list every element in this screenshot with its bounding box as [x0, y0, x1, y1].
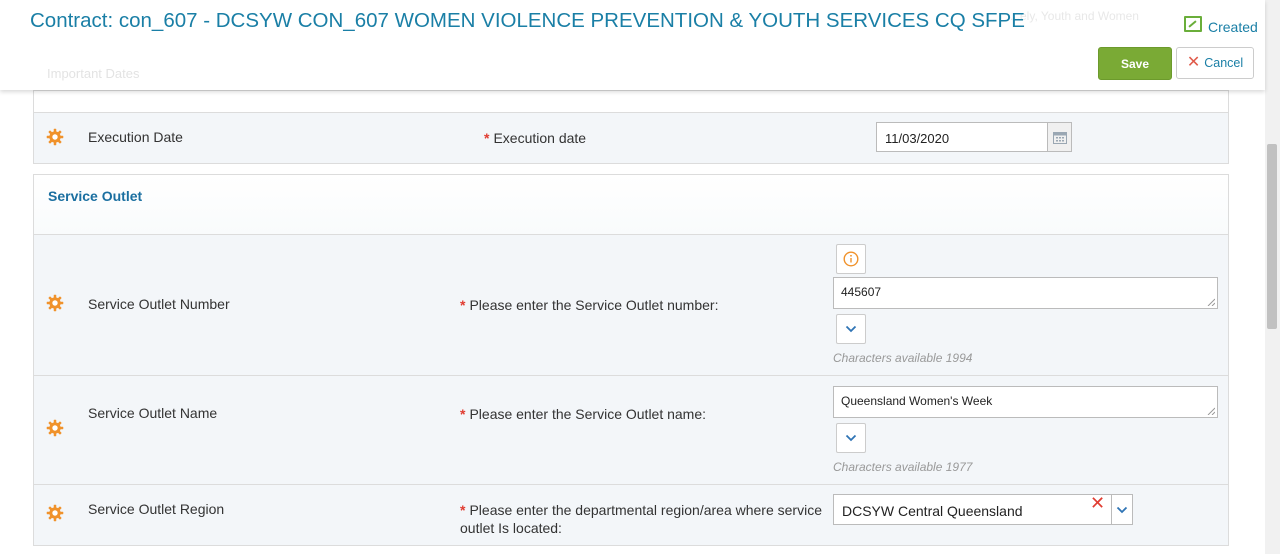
chevron-down-icon — [845, 434, 857, 442]
close-icon: ✕ — [1186, 54, 1201, 71]
cancel-label: Cancel — [1204, 56, 1244, 70]
expand-button[interactable] — [836, 314, 866, 344]
service-outlet-number-value: 445607 — [841, 285, 882, 299]
resize-grip-icon[interactable] — [1207, 298, 1215, 306]
info-button[interactable] — [836, 244, 866, 274]
execution-date-label: Execution Date — [88, 129, 183, 145]
service-outlet-number-label: Service Outlet Number — [88, 296, 230, 312]
service-outlet-region-question: * Please enter the departmental region/ar… — [460, 502, 822, 536]
region-dropdown-toggle[interactable] — [1111, 494, 1133, 525]
status-indicator: Created — [1184, 13, 1258, 35]
required-marker: * — [460, 297, 466, 313]
service-outlet-region-label: Service Outlet Region — [88, 501, 225, 517]
execution-date-input[interactable]: 11/03/2020 — [876, 122, 1048, 152]
status-label: Created — [1208, 19, 1258, 35]
calendar-icon — [1052, 131, 1067, 144]
gear-icon[interactable] — [46, 294, 64, 312]
service-outlet-number-row: Service Outlet Number * Please enter the … — [33, 234, 1229, 376]
service-outlet-panel: Service Outlet — [33, 174, 1229, 235]
service-outlet-name-input[interactable]: Queensland Women's Week — [833, 386, 1218, 418]
characters-available: Characters available 1994 — [833, 351, 973, 365]
execution-date-row: Execution Date * Execution date 11/03/202… — [33, 112, 1229, 164]
important-dates-panel — [33, 90, 1229, 113]
info-icon — [843, 251, 859, 267]
chevron-down-icon — [1116, 506, 1128, 513]
service-outlet-number-question: * Please enter the Service Outlet number: — [460, 297, 719, 313]
service-outlet-name-label: Service Outlet Name — [88, 405, 218, 421]
chevron-down-icon — [845, 325, 857, 333]
page-header: ...ely, Youth and Women Contract: con_60… — [0, 0, 1265, 90]
service-outlet-name-question: * Please enter the Service Outlet name: — [460, 406, 707, 422]
service-outlet-region-row: Service Outlet Region * Please enter the … — [33, 484, 1229, 546]
resize-grip-icon[interactable] — [1207, 407, 1215, 415]
faded-section-heading: Important Dates — [47, 66, 140, 81]
expand-button[interactable] — [836, 423, 866, 453]
edit-status-icon — [1184, 16, 1202, 32]
calendar-button[interactable] — [1048, 122, 1072, 152]
clear-selection-icon[interactable]: ✕ — [1090, 494, 1105, 512]
required-marker: * — [484, 130, 490, 146]
gear-icon[interactable] — [46, 419, 64, 437]
required-marker: * — [460, 406, 466, 422]
characters-available: Characters available 1977 — [833, 460, 973, 474]
execution-date-question: * Execution date — [484, 130, 587, 146]
faded-subtitle: ...ely, Youth and Women — [1010, 9, 1139, 23]
service-outlet-name-value: Queensland Women's Week — [841, 394, 993, 408]
section-title: Service Outlet — [48, 188, 143, 204]
gear-icon[interactable] — [46, 128, 64, 146]
service-outlet-region-select[interactable]: DCSYW Central Queensland — [833, 494, 1114, 525]
service-outlet-name-row: Service Outlet Name * Please enter the Se… — [33, 375, 1229, 485]
gear-icon[interactable] — [46, 504, 64, 522]
page-title: Contract: con_607 - DCSYW CON_607 WOMEN … — [30, 9, 1025, 32]
cancel-button[interactable]: ✕ Cancel — [1176, 47, 1254, 79]
save-button[interactable]: Save — [1098, 47, 1172, 80]
service-outlet-number-input[interactable]: 445607 — [833, 277, 1218, 309]
required-marker: * — [460, 502, 466, 518]
scrollbar-thumb[interactable] — [1267, 144, 1277, 329]
